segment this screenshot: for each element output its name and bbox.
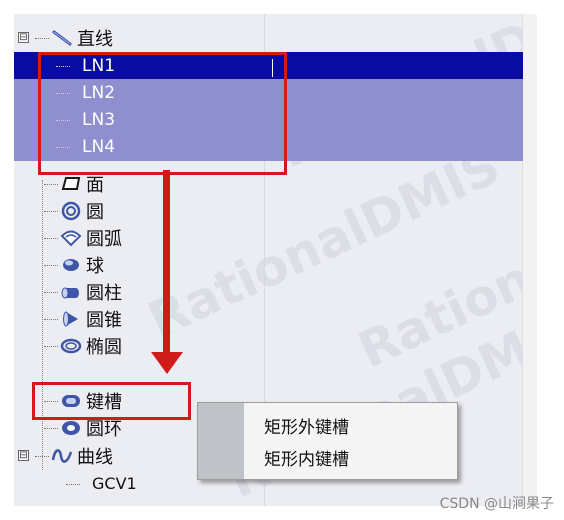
cylinder-icon (60, 282, 82, 302)
scrollbar[interactable] (522, 14, 537, 506)
tree-connector (44, 400, 58, 402)
tree-item-label: 面 (86, 174, 104, 196)
cone-icon (60, 309, 82, 329)
tree-item-line[interactable]: ⊟ 直线 (14, 24, 523, 51)
circle-icon (60, 201, 82, 221)
tree-item-label: 直线 (77, 28, 113, 50)
ring-icon (60, 418, 82, 438)
sphere-icon (60, 255, 82, 275)
tree-connector (56, 146, 70, 148)
tree-item-arc[interactable]: 圆弧 (14, 224, 523, 251)
tree-connector (66, 483, 80, 485)
annotation-arrow-shaft (163, 170, 170, 356)
tree-item-face[interactable]: 面 (14, 170, 523, 197)
tree-item-label: 键槽 (86, 391, 122, 413)
tree-connector (56, 119, 70, 121)
text-cursor (272, 59, 273, 77)
tree-item-ln4[interactable]: LN4 (14, 133, 523, 161)
tree-item-label: LN4 (82, 137, 116, 157)
tree-connector (44, 183, 58, 185)
tree-item-label: LN3 (82, 109, 116, 130)
tree-connector (44, 345, 58, 347)
line-icon (51, 28, 73, 48)
tree-item-ln1[interactable]: LN1 (14, 52, 523, 79)
tree-connector (44, 210, 58, 212)
footer-credit: CSDN @山涧果子 (439, 496, 554, 512)
tree-item-label: 球 (86, 255, 104, 277)
collapse-toggle[interactable]: ⊟ (18, 450, 29, 461)
tree-item-label: 圆 (86, 201, 104, 223)
tree-connector (44, 427, 58, 429)
tree-connector (44, 318, 58, 320)
tree-item-sphere[interactable]: 球 (14, 251, 523, 278)
arc-icon (60, 228, 82, 248)
menu-item-rect-outer-keyway[interactable]: 矩形外键槽 (244, 409, 457, 441)
tree-item-ellipse[interactable]: 椭圆 (14, 332, 523, 359)
tree-item-ln3[interactable]: LN3 (14, 106, 523, 133)
tree-connector (35, 37, 49, 39)
tree-connector (56, 92, 70, 94)
collapse-toggle[interactable]: ⊟ (18, 32, 29, 43)
curve-icon (51, 446, 73, 466)
annotation-arrow-head (151, 352, 183, 374)
tree-item-label: 圆环 (86, 418, 122, 440)
keyway-icon (60, 391, 82, 411)
context-menu: 矩形外键槽 矩形内键槽 (197, 402, 458, 480)
tree-item-label: 曲线 (77, 446, 113, 468)
tree-item-label: 圆弧 (86, 228, 122, 250)
tree-connector (44, 291, 58, 293)
tree-item-cylinder[interactable]: 圆柱 (14, 278, 523, 305)
tree-connector (44, 237, 58, 239)
tree-item-label: GCV1 (92, 474, 137, 493)
tree-item-label: 圆柱 (86, 282, 122, 304)
tree-item-label: LN1 (82, 55, 116, 76)
tree-item-label: 椭圆 (86, 336, 122, 358)
tree-item-label: 圆锥 (86, 309, 122, 331)
tree-connector (35, 455, 49, 457)
ellipse-icon (60, 336, 82, 356)
menu-item-rect-inner-keyway[interactable]: 矩形内键槽 (244, 441, 457, 473)
tree-connector (56, 65, 70, 67)
tree-item-label: LN2 (82, 82, 116, 103)
tree-connector (44, 264, 58, 266)
tree-item-ln2[interactable]: LN2 (14, 79, 523, 106)
face-icon (60, 174, 82, 194)
tree-item-circle[interactable]: 圆 (14, 197, 523, 224)
menu-icon-gutter (198, 403, 244, 479)
tree-item-cone[interactable]: 圆锥 (14, 305, 523, 332)
